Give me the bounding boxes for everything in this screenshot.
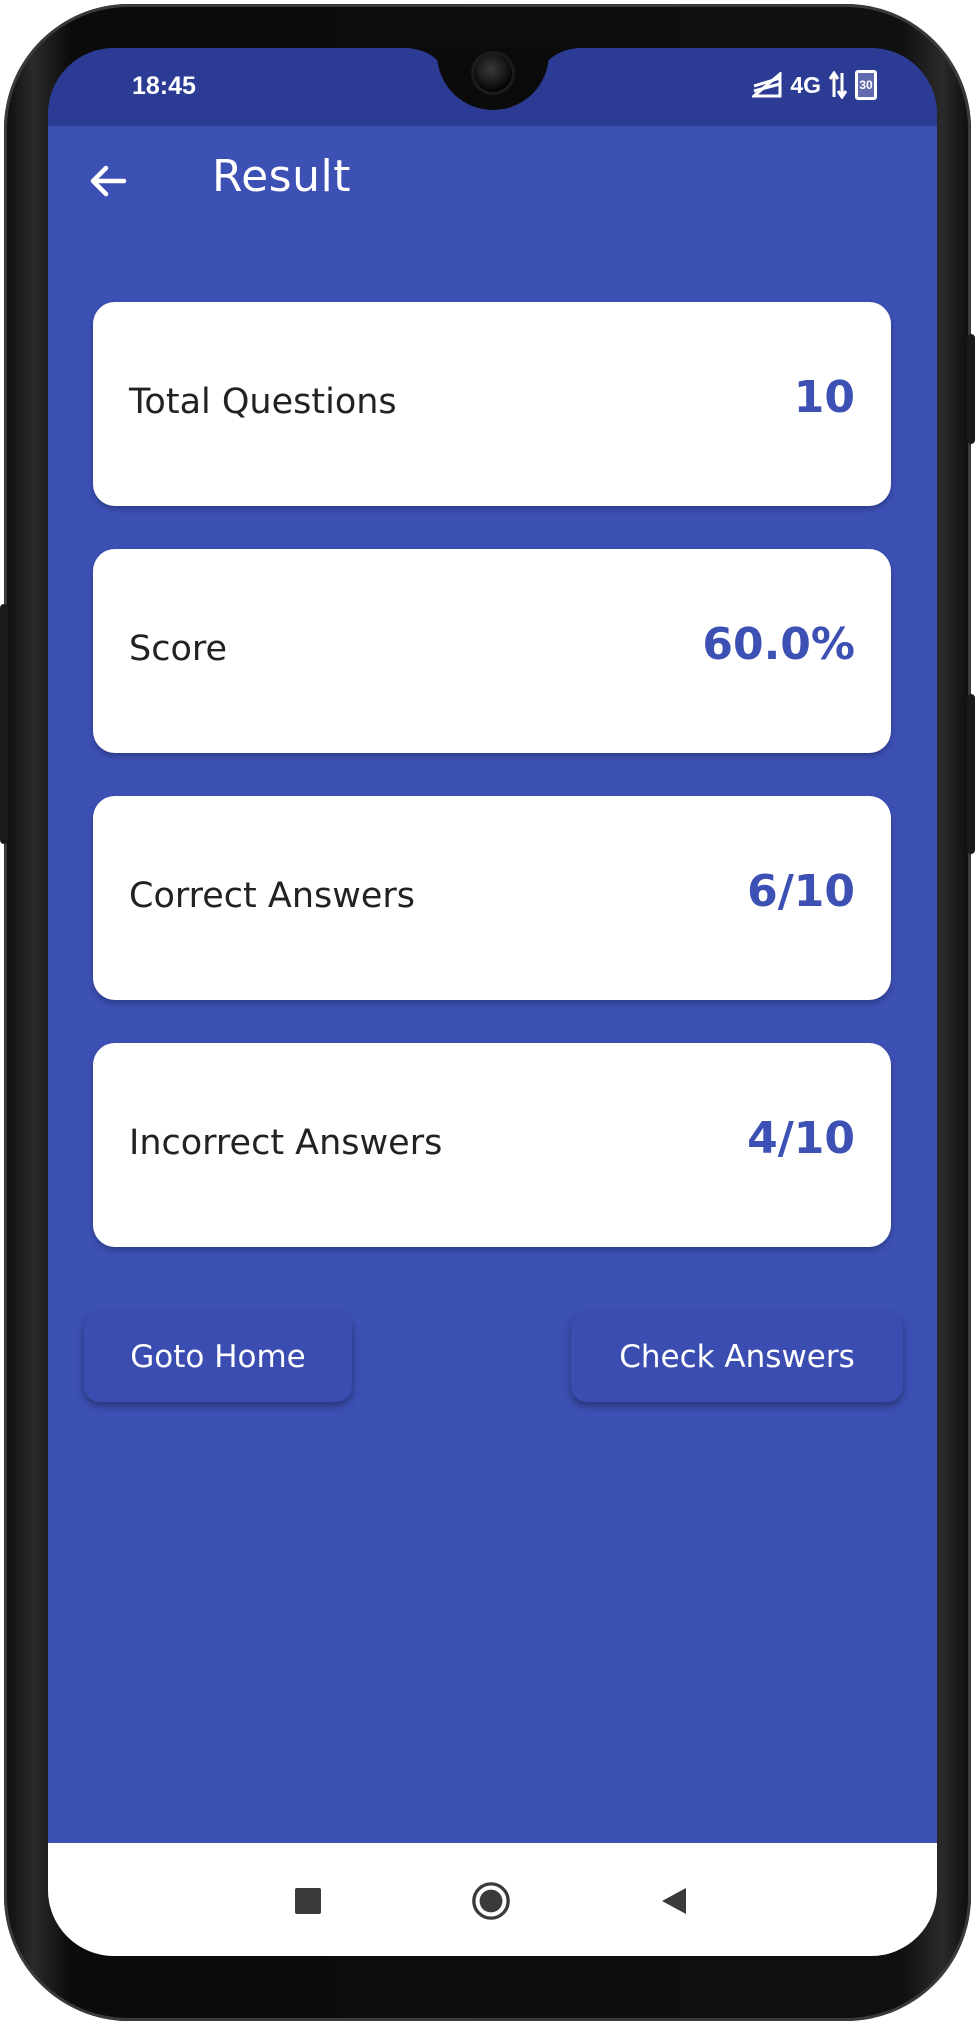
check-answers-button[interactable]: Check Answers — [571, 1312, 903, 1402]
square-icon — [295, 1888, 321, 1914]
home-button[interactable] — [471, 1881, 511, 1921]
recents-button[interactable] — [288, 1881, 328, 1921]
result-card-score: Score 60.0% — [93, 549, 891, 753]
card-label: Correct Answers — [129, 876, 416, 916]
card-label: Score — [129, 629, 228, 669]
card-value: 4/10 — [747, 1113, 855, 1164]
goto-home-button[interactable]: Goto Home — [84, 1312, 352, 1402]
page-title: Result — [212, 151, 351, 202]
card-label: Incorrect Answers — [129, 1123, 443, 1163]
arrow-back-icon[interactable] — [88, 161, 128, 201]
card-value: 6/10 — [747, 866, 855, 917]
status-time: 18:45 — [132, 72, 196, 100]
circle-icon — [472, 1882, 510, 1920]
volume-button — [967, 334, 975, 444]
network-type: 4G — [790, 71, 821, 98]
side-button-left — [0, 604, 8, 844]
battery-level: 30 — [859, 78, 873, 92]
phone-frame: 18:45 4G 30 Result Total Questions 10 Sc… — [0, 4, 975, 2021]
app-bar: Result — [48, 126, 937, 236]
battery-icon: 30 — [855, 70, 877, 100]
card-value: 10 — [793, 372, 855, 423]
card-value: 60.0% — [702, 619, 855, 670]
result-card-incorrect-answers: Incorrect Answers 4/10 — [93, 1043, 891, 1247]
result-card-total-questions: Total Questions 10 — [93, 302, 891, 506]
data-transfer-icon — [829, 71, 847, 99]
system-nav-bar — [48, 1843, 937, 1956]
signal-icon — [752, 72, 782, 98]
triangle-back-icon — [662, 1888, 686, 1914]
status-indicators: 4G 30 — [752, 70, 877, 100]
back-button[interactable] — [654, 1881, 694, 1921]
result-card-correct-answers: Correct Answers 6/10 — [93, 796, 891, 1000]
card-label: Total Questions — [129, 382, 397, 422]
front-camera — [474, 54, 512, 92]
power-button — [967, 694, 975, 854]
screen: 18:45 4G 30 Result Total Questions 10 Sc… — [48, 48, 937, 1956]
